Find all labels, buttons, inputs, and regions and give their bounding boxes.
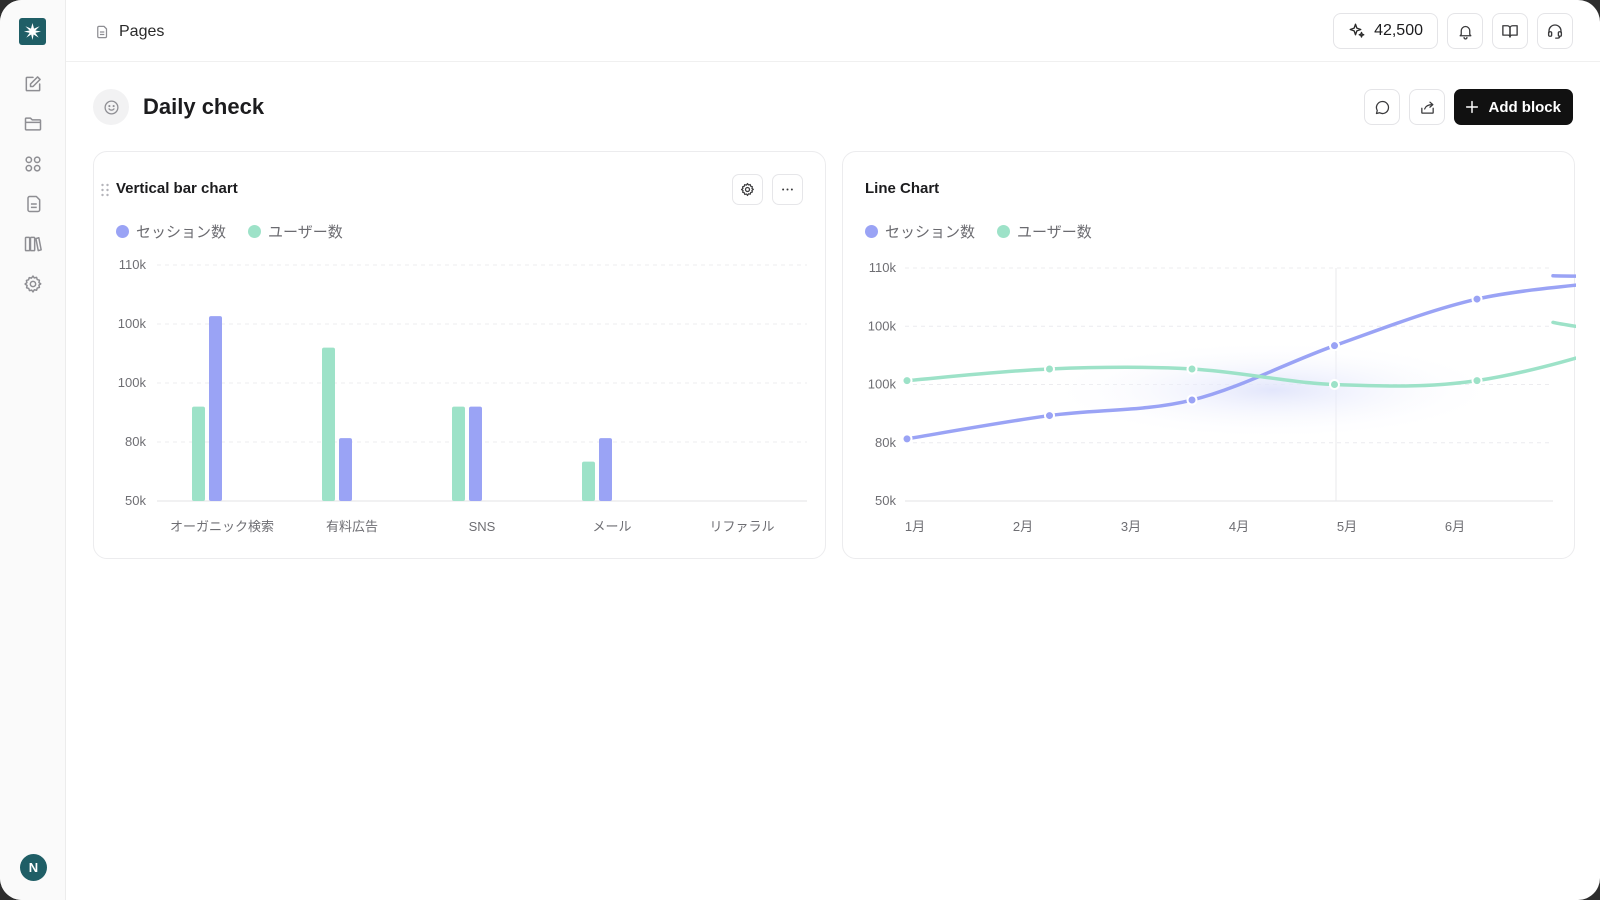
breadcrumb-label: Pages: [119, 23, 165, 40]
breadcrumb[interactable]: Pages: [94, 20, 164, 44]
y-tick-label: 50k: [125, 493, 146, 508]
edit-icon: [25, 76, 41, 92]
page-icon: [97, 25, 108, 39]
app-logo[interactable]: [19, 18, 46, 45]
comment-icon: [1375, 100, 1390, 114]
y-tick-label: 50k: [875, 493, 896, 508]
sidebar-item-apps[interactable]: [21, 152, 45, 176]
x-tick-label: 3月: [1121, 519, 1141, 534]
logo-icon: [23, 22, 42, 41]
sidebar-item-edit[interactable]: [21, 72, 45, 96]
y-tick-label: 110k: [119, 257, 147, 272]
point-users: [901, 375, 913, 387]
point-users: [1186, 363, 1198, 375]
point-users: [1329, 379, 1340, 390]
hover-highlight: [1043, 340, 1503, 440]
header-actions: 42,500: [1333, 13, 1573, 49]
bar-sessions: [599, 438, 612, 501]
bar-sessions: [339, 438, 352, 501]
line-chart-plot: 110k 100k 100k 80k 50k 1月 2月 3月 4月 5月 6月: [868, 260, 1576, 534]
x-tick-label: オーガニック検索: [170, 519, 274, 534]
sparkle-icon: [1349, 23, 1365, 38]
gear-icon: [24, 275, 42, 293]
y-tick-label: 100k: [118, 375, 147, 390]
x-tick-label: 有料広告: [326, 519, 378, 534]
bar-users: [582, 461, 595, 501]
share-button[interactable]: [1409, 89, 1446, 125]
x-tick-label: 2月: [1013, 519, 1033, 534]
page-title[interactable]: Daily check: [143, 94, 264, 120]
avatar[interactable]: N: [20, 854, 47, 881]
sidebar-item-settings[interactable]: [21, 272, 45, 296]
app-window: N Pages 42,500 Daily check Add block Ver…: [0, 0, 1600, 900]
library-icon: [24, 236, 42, 252]
y-tick-label: 100k: [868, 377, 897, 392]
point-sessions: [1329, 340, 1340, 352]
docs-button[interactable]: [1492, 13, 1528, 49]
page-actions: Add block: [1364, 89, 1573, 125]
point-users: [1471, 375, 1483, 387]
smiley-icon: [103, 99, 119, 115]
header: Pages 42,500: [66, 0, 1600, 62]
x-tick-label: SNS: [469, 519, 496, 534]
x-tick-label: 6月: [1445, 519, 1465, 534]
comment-button[interactable]: [1364, 89, 1401, 125]
bar-users: [322, 347, 335, 501]
y-tick-label: 100k: [868, 318, 897, 333]
page-heading: Daily check: [93, 88, 264, 126]
apps-icon: [25, 156, 41, 172]
notifications-button[interactable]: [1447, 13, 1483, 49]
point-sessions: [1186, 394, 1198, 406]
y-tick-label: 100k: [118, 316, 147, 331]
folder-icon: [24, 117, 42, 131]
point-sessions: [901, 433, 913, 445]
point-sessions: [1044, 410, 1055, 422]
x-tick-label: 1月: [905, 519, 925, 534]
avatar-initial: N: [28, 860, 39, 875]
x-tick-label: 4月: [1229, 519, 1249, 534]
sidebar-item-pages[interactable]: [21, 192, 45, 216]
page-emoji-button[interactable]: [93, 89, 129, 125]
point-users: [1044, 363, 1055, 375]
pages-icon: [27, 195, 41, 213]
headset-icon: [1547, 24, 1563, 39]
bar-users: [192, 406, 205, 501]
x-tick-label: メール: [592, 519, 631, 534]
x-tick-label: 5月: [1337, 519, 1357, 534]
plus-icon: [1466, 100, 1479, 114]
sidebar-item-library[interactable]: [21, 232, 45, 256]
y-tick-label: 110k: [869, 260, 897, 275]
y-tick-label: 80k: [875, 435, 896, 450]
add-block-button[interactable]: Add block: [1454, 89, 1573, 125]
sidebar: N: [0, 0, 66, 900]
bar-sessions: [209, 316, 222, 501]
bell-icon: [1459, 25, 1471, 40]
line-chart-card: Line Chart セッション数 ユーザー数 110k 100k 100k 80k 5…: [842, 151, 1576, 559]
bar-chart-plot: 110k 100k 100k 80k 50k オーガニック検索 有料広告 SNS メール リファラ…: [118, 257, 807, 534]
point-sessions: [1471, 293, 1483, 305]
bar-sessions: [469, 406, 482, 501]
add-block-label: Add block: [1488, 98, 1561, 116]
bar-users: [452, 406, 465, 501]
credits-value: 42,500: [1374, 22, 1423, 39]
credits-button[interactable]: 42,500: [1333, 13, 1438, 49]
sidebar-item-folder[interactable]: [21, 112, 45, 136]
bar-chart-card: Vertical bar chart セッション数 ユーザー数 110k 100…: [93, 151, 826, 559]
y-tick-label: 80k: [125, 434, 146, 449]
support-button[interactable]: [1537, 13, 1573, 49]
x-tick-label: リファラル: [709, 519, 774, 534]
share-icon: [1421, 101, 1434, 114]
book-open-icon: [1502, 25, 1518, 38]
